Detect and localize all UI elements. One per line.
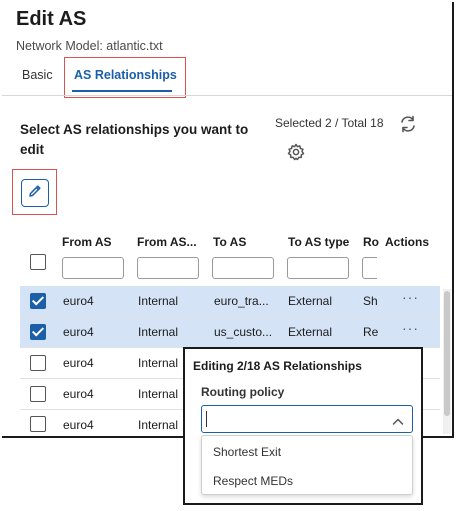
table-row[interactable]: euro4 Internal us_custo... External Re ·… — [20, 317, 440, 348]
bulk-edit-popup: Editing 2/18 AS Relationships Routing po… — [183, 347, 423, 505]
cell-from-as-type: Internal — [138, 387, 179, 401]
edit-button[interactable] — [21, 179, 49, 207]
filter-input-to-as-type[interactable] — [287, 257, 349, 279]
routing-policy-options: Shortest Exit Respect MEDs — [201, 435, 413, 495]
cell-from-as: euro4 — [63, 356, 94, 370]
page-title: Edit AS — [16, 8, 87, 30]
row-checkbox[interactable] — [30, 324, 46, 340]
active-tab-indicator — [72, 90, 172, 92]
column-header-from-as[interactable]: From AS — [62, 235, 112, 249]
column-header-actions: Actions — [383, 235, 430, 249]
table-row[interactable]: euro4 Internal euro_tra... External Sh ·… — [20, 286, 440, 317]
table-scrollbar[interactable] — [443, 289, 451, 434]
filter-input-from-as-type[interactable] — [137, 257, 199, 279]
tab-basic[interactable]: Basic — [22, 68, 53, 82]
cell-from-as-type: Internal — [138, 356, 179, 370]
routing-policy-label: Routing policy — [201, 385, 285, 399]
cell-to-as-type: External — [288, 325, 333, 339]
row-checkbox[interactable] — [30, 293, 46, 309]
selected-count: Selected 2 / Total 18 — [275, 116, 384, 130]
option-shortest-exit[interactable]: Shortest Exit — [213, 445, 281, 459]
row-checkbox[interactable] — [30, 386, 46, 402]
cell-routing: Re — [363, 325, 379, 339]
refresh-icon[interactable] — [398, 114, 418, 134]
column-header-to-as-type[interactable]: To AS type — [288, 235, 349, 249]
tab-as-relationships[interactable]: AS Relationships — [74, 68, 177, 82]
routing-policy-select[interactable] — [201, 405, 413, 433]
cell-from-as: euro4 — [63, 418, 94, 432]
filter-input-routing[interactable] — [362, 257, 377, 279]
cell-to-as: euro_tra... — [214, 294, 269, 308]
cell-from-as-type: Internal — [138, 418, 179, 432]
option-respect-meds[interactable]: Respect MEDs — [213, 474, 293, 488]
row-checkbox[interactable] — [30, 355, 46, 371]
chevron-up-icon[interactable] — [392, 414, 404, 425]
popup-title: Editing 2/18 AS Relationships — [193, 359, 362, 373]
filter-input-from-as[interactable] — [62, 257, 124, 279]
cell-from-as-type: Internal — [138, 325, 179, 339]
column-header-to-as[interactable]: To AS — [213, 235, 246, 249]
cell-from-as-type: Internal — [138, 294, 179, 308]
gear-icon[interactable] — [286, 142, 306, 162]
cell-from-as: euro4 — [63, 294, 94, 308]
cell-from-as: euro4 — [63, 325, 94, 339]
more-horizontal-icon[interactable]: ··· — [402, 320, 419, 336]
more-horizontal-icon[interactable]: ··· — [402, 289, 419, 305]
select-all-checkbox[interactable] — [30, 254, 46, 270]
cell-routing: Sh — [363, 294, 378, 308]
pencil-icon — [27, 183, 43, 204]
filter-input-to-as[interactable] — [212, 257, 274, 279]
tabs-divider — [2, 95, 452, 96]
text-caret — [206, 411, 207, 427]
cell-to-as-type: External — [288, 294, 333, 308]
row-checkbox[interactable] — [30, 416, 46, 432]
scrollbar-thumb[interactable] — [444, 291, 450, 416]
section-title: Select AS relationships you want to edit — [20, 122, 249, 157]
column-header-from-as-type[interactable]: From AS... — [137, 235, 197, 249]
network-model-label: Network Model: atlantic.txt — [16, 39, 163, 53]
cell-to-as: us_custo... — [214, 325, 273, 339]
column-header-routing[interactable]: Ro — [363, 235, 379, 249]
edit-as-panel: Edit AS Network Model: atlantic.txt Basi… — [0, 0, 474, 511]
cell-from-as: euro4 — [63, 387, 94, 401]
